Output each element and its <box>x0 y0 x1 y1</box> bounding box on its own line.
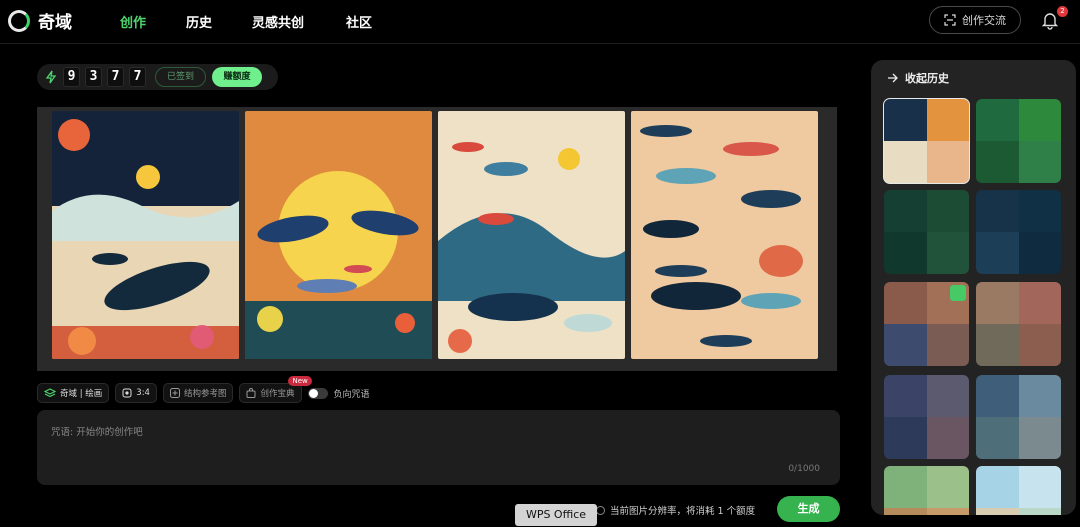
cost-info: 当前图片分辨率，将消耗 1 个额度 <box>596 503 755 517</box>
logo[interactable]: 奇域 <box>8 8 72 33</box>
ratio-icon <box>122 388 132 398</box>
generate-button[interactable]: 生成 <box>777 496 840 522</box>
negative-prompt-label: 负向咒语 <box>333 389 370 400</box>
layers-icon <box>44 388 56 398</box>
main-nav: 创作 历史 灵感共创 社区 <box>120 12 372 31</box>
nav-item-history[interactable]: 历史 <box>186 12 252 31</box>
app-name: 奇域 <box>38 13 72 33</box>
ratio-select[interactable]: 3:4 <box>115 383 157 403</box>
credit-digit: 7 <box>129 67 146 87</box>
creation-exchange-label: 创作交流 <box>962 14 1006 27</box>
negative-prompt-toggle[interactable] <box>307 387 328 399</box>
cost-text: 当前图片分辨率，将消耗 1 个额度 <box>610 506 756 517</box>
lightning-icon <box>45 70 57 84</box>
prompt-placeholder: 咒语: 开始你的创作吧 <box>51 427 143 438</box>
history-thumb-10[interactable] <box>976 466 1061 515</box>
prompt-input[interactable]: 咒语: 开始你的创作吧 0/1000 <box>37 410 840 485</box>
credit-digit: 9 <box>63 67 80 87</box>
nav-item-community[interactable]: 社区 <box>346 12 372 31</box>
history-panel: 收起历史 <box>871 60 1076 515</box>
model-label: 奇域 | 绘画 <box>60 389 103 399</box>
creation-exchange-button[interactable]: 创作交流 <box>929 6 1021 34</box>
bookmark-icon[interactable] <box>950 285 966 301</box>
new-badge: New <box>288 376 312 386</box>
nav-item-inspiration[interactable]: 灵感共创 <box>252 12 346 31</box>
model-select[interactable]: 奇域 | 绘画 <box>37 383 110 403</box>
top-bar: 奇域 创作 历史 灵感共创 社区 创作交流 2 <box>0 0 1080 44</box>
history-thumb-2[interactable] <box>976 99 1061 183</box>
bag-icon <box>246 388 256 398</box>
history-thumb-4[interactable] <box>976 190 1061 274</box>
history-thumb-8[interactable] <box>976 375 1061 459</box>
credit-digit: 7 <box>107 67 124 87</box>
generated-image-3[interactable] <box>438 111 625 359</box>
collapse-history-label: 收起历史 <box>905 72 949 85</box>
creation-guide-label: 创作宝典 <box>260 389 295 399</box>
generated-image-1[interactable] <box>52 111 239 359</box>
structure-reference-button[interactable]: 结构参考图 <box>162 383 234 403</box>
wps-office-tooltip[interactable]: WPS Office <box>515 504 597 526</box>
scan-icon <box>944 14 956 26</box>
history-thumb-6[interactable] <box>976 282 1061 366</box>
arrow-right-icon <box>888 73 898 83</box>
signed-in-button[interactable]: 已签到 <box>155 67 206 87</box>
credits-bar: 9 3 7 7 已签到 赚额度 <box>37 64 278 90</box>
collapse-history-button[interactable]: 收起历史 <box>887 70 949 86</box>
plus-square-icon <box>169 388 180 398</box>
creation-toolbar: 奇域 | 绘画 3:4 结构参考图 创作宝典 New 负向咒语 <box>37 376 370 403</box>
notification-badge: 2 <box>1057 6 1068 17</box>
history-thumb-9[interactable] <box>884 466 969 515</box>
ratio-label: 3:4 <box>136 388 150 398</box>
history-thumb-3[interactable] <box>884 190 969 274</box>
history-thumb-1[interactable] <box>883 98 970 184</box>
info-icon <box>596 505 605 515</box>
history-thumb-7[interactable] <box>884 375 969 459</box>
nav-item-create[interactable]: 创作 <box>120 12 186 31</box>
whale-pattern-4-icon <box>631 111 818 359</box>
credit-digit: 3 <box>85 67 102 87</box>
earn-credits-button[interactable]: 赚额度 <box>212 67 262 87</box>
structure-reference-label: 结构参考图 <box>183 389 227 399</box>
generated-gallery <box>37 107 837 371</box>
character-counter: 0/1000 <box>788 464 820 474</box>
history-thumb-5[interactable] <box>884 282 969 366</box>
whale-art-1-icon <box>52 111 239 359</box>
dolphin-art-2-icon <box>245 111 432 359</box>
whale-art-3-icon <box>438 111 625 359</box>
generated-image-2[interactable] <box>245 111 432 359</box>
generated-image-4[interactable] <box>631 111 818 359</box>
logo-icon <box>8 9 30 32</box>
creation-guide-button[interactable]: 创作宝典 New <box>239 376 312 403</box>
